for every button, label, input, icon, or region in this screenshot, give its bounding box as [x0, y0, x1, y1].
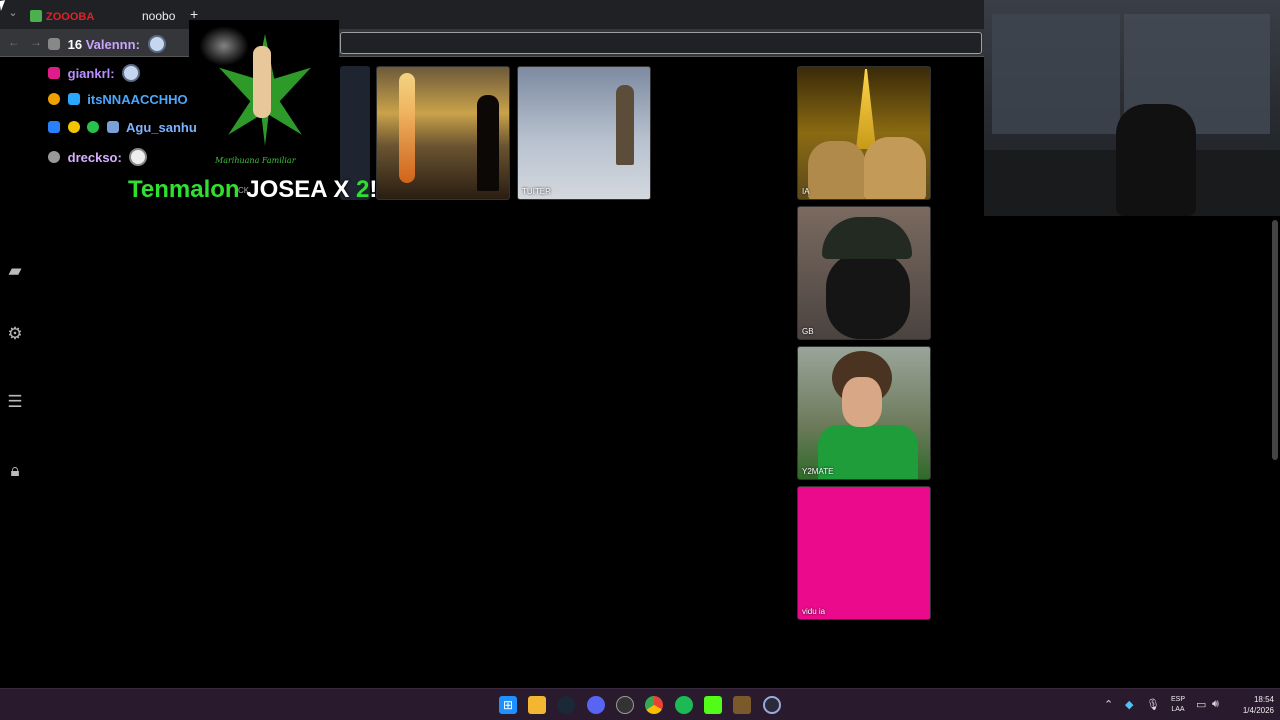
chat-username: drecksо: [67, 150, 122, 165]
obs-icon[interactable] [616, 696, 634, 714]
tray-chevron-up-icon[interactable]: ⌃ [1104, 698, 1113, 711]
tile-fire-flame [399, 73, 415, 183]
microphone-icon[interactable]: 🎙︎ [1146, 698, 1160, 711]
tile-label: Y2MATE [802, 467, 834, 476]
tray-app-icon[interactable]: ◆ [1125, 698, 1133, 711]
gamepad-icon[interactable]: ▰ [5, 261, 25, 281]
browser-tab[interactable]: ZOOOBA noobo [28, 4, 188, 28]
emote-icon [122, 64, 141, 82]
lock-icon[interactable]: 🔒︎ [5, 461, 25, 481]
chat-message: giankrl: [48, 64, 141, 82]
sticker-smoke [199, 26, 249, 66]
alert-sticker: Marihuana Familiar [189, 20, 339, 172]
chat-badge-icon [106, 121, 119, 133]
tile-eiffel-tower [856, 69, 876, 149]
alert-username: Tenmalon [128, 176, 240, 203]
tile-cat-left [808, 141, 866, 199]
chrome-icon[interactable] [645, 696, 663, 714]
tile-label: vidu ia [802, 607, 826, 616]
clock-date: 1/4/2026 [1242, 706, 1274, 715]
language-indicator[interactable]: ESP LAA [1168, 695, 1188, 715]
spotify-icon[interactable] [675, 696, 693, 714]
tile-fire-silhouette [477, 95, 499, 191]
tile-sky-figure [616, 85, 634, 165]
gear-icon[interactable]: ⚙ [5, 324, 25, 344]
app-c-icon[interactable] [763, 696, 781, 714]
webcam-feed [984, 0, 1280, 216]
tile-cat-cap [822, 217, 912, 259]
discord-icon[interactable] [587, 696, 605, 714]
emote-icon [129, 148, 148, 166]
chat-message: itsNNAACCHHO [48, 91, 188, 109]
tile-label: IA [802, 187, 810, 196]
tile-label: GB [802, 327, 814, 336]
back-arrow-icon[interactable]: ← [8, 35, 20, 49]
kick-icon[interactable] [704, 696, 722, 714]
chat-badge-icon [48, 38, 60, 50]
alert-count: 2 [356, 176, 370, 203]
network-icon[interactable]: ▭ [1196, 698, 1206, 711]
tab-favicon-icon [30, 10, 42, 22]
tile-black-cat [826, 253, 910, 339]
sticker-figure [253, 46, 271, 118]
steam-icon[interactable] [557, 696, 575, 714]
browser-tabstrip: ⌄ ZOOOBA noobo + [0, 0, 984, 29]
file-explorer-icon[interactable] [528, 696, 546, 714]
clock-time: 18:54 [1253, 695, 1274, 704]
language-code: ESP [1170, 696, 1185, 703]
chat-badge-icon [48, 121, 60, 133]
chat-message: Agu_sanhu [48, 119, 197, 137]
chat-message: 16 Valennn: [48, 35, 166, 53]
chat-username: Valennn: [85, 37, 140, 52]
chat-badge-icon [67, 93, 80, 105]
chat-username: Agu_sanhu [126, 120, 197, 135]
windows-start-icon[interactable]: ⊞ [499, 696, 517, 714]
webcam-chair [1116, 104, 1196, 216]
emote-icon [147, 35, 166, 53]
taskbar: ⊞ ⌃ ◆ 🎙︎ ESP LAA ▭ 🔊︎ 18:54 1/4/2026 [0, 688, 1280, 720]
tile-gb[interactable]: GB [797, 206, 931, 340]
tile-label: TUITER [522, 187, 551, 196]
chat-badge-icon [48, 151, 60, 163]
address-bar[interactable] [340, 32, 982, 54]
tile-ia[interactable]: IA [797, 66, 931, 200]
forward-arrow-icon[interactable]: → [30, 35, 42, 49]
sticker-caption: Marihuana Familiar [215, 156, 296, 165]
chat-badge-icon [48, 67, 60, 79]
keyboard-layout: LAA [1171, 706, 1185, 713]
tab-title: noobo [142, 9, 176, 23]
tile-y2mate[interactable]: Y2MATE [797, 346, 931, 480]
stream-alert: Tenmalon JOSEA X 2! [128, 176, 377, 204]
tile-fire[interactable] [376, 66, 510, 200]
minecraft-icon[interactable] [733, 696, 751, 714]
scrollbar-thumb[interactable] [1272, 220, 1278, 460]
tab-prefix: ZOOOBA [46, 11, 95, 23]
page-scrollbar[interactable] [1270, 216, 1280, 688]
alert-suffix: ! [369, 176, 378, 203]
chat-message: drecksо: [48, 148, 148, 166]
alert-message: JOSEA X [239, 176, 357, 203]
system-clock[interactable]: 18:54 1/4/2026 [1230, 694, 1274, 716]
chat-badge-icon [67, 121, 80, 133]
layers-icon[interactable]: ☰ [5, 392, 25, 412]
tile-tuiter[interactable]: TUITER [517, 66, 651, 200]
chat-badge-icon [87, 121, 100, 133]
tile-cat-right [864, 137, 926, 199]
tile-vidu-ia[interactable]: vidu ia [797, 486, 931, 620]
webcam-window-left [992, 14, 1120, 134]
chat-prefix: 16 [67, 37, 83, 52]
chat-username: itsNNAACCHHO [87, 92, 188, 107]
chat-badge-icon [48, 93, 60, 105]
chat-username: giankrl: [67, 66, 115, 81]
tile-face [842, 377, 882, 427]
volume-icon[interactable]: 🔊︎ [1212, 698, 1219, 711]
